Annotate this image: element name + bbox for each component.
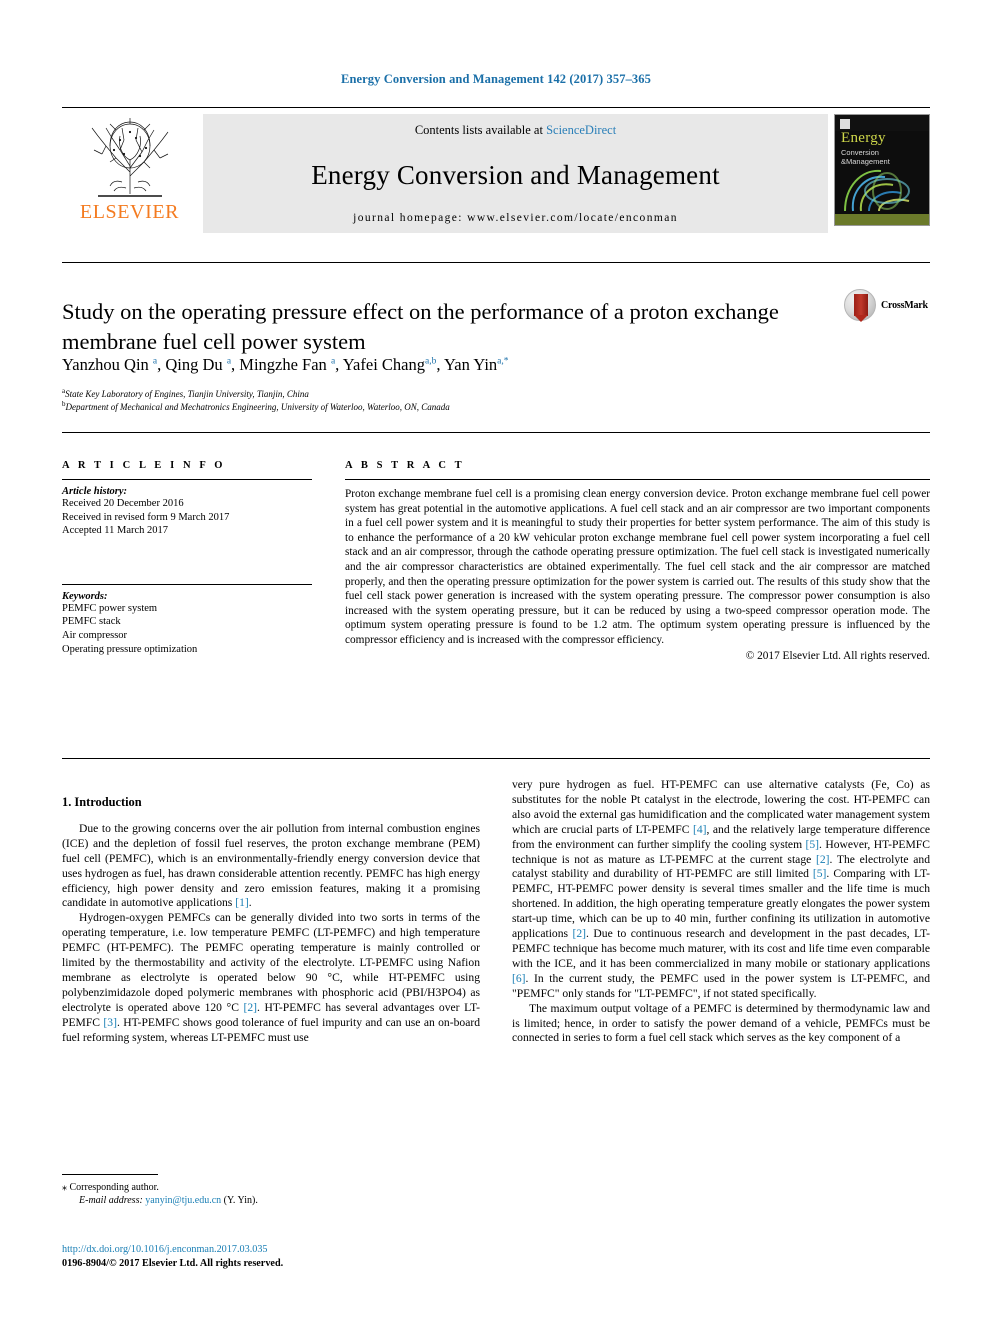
title-divider (62, 262, 930, 263)
paragraph: very pure hydrogen as fuel. HT-PEMFC can… (512, 778, 931, 1000)
citation-ref[interactable]: [3] (103, 1016, 117, 1029)
journal-homepage[interactable]: journal homepage: www.elsevier.com/locat… (353, 212, 678, 224)
paragraph: Due to the growing concerns over the air… (62, 821, 480, 910)
contents-available-line: Contents lists available at ScienceDirec… (415, 123, 616, 138)
abstract-heading: A B S T R A C T (345, 460, 465, 471)
corresponding-author-note: ⁎ Corresponding author. E-mail address: … (62, 1181, 492, 1207)
body-column-left: 1. Introduction Due to the growing conce… (62, 795, 480, 1046)
citation-ref[interactable]: [2] (816, 853, 830, 866)
journal-title: Energy Conversion and Management (311, 159, 720, 190)
cover-bottom-bar (835, 214, 929, 225)
crossmark-label: CrossMark (881, 299, 928, 311)
asterisk-icon: ⁎ (62, 1182, 67, 1193)
author-list: Yanzhou Qin a, Qing Du a, Mingzhe Fan a,… (62, 355, 509, 374)
corresponding-author-text: Corresponding author. (69, 1182, 159, 1193)
citation-ref[interactable]: [5] (813, 867, 827, 880)
journal-masthead: ELSEVIER Contents lists available at Sci… (62, 107, 930, 233)
cover-artwork (844, 169, 910, 212)
section-heading-introduction: 1. Introduction (62, 795, 142, 809)
page-title: Study on the operating pressure effect o… (62, 299, 779, 355)
abstract-column: A B S T R A C T Proton exchange membrane… (345, 460, 930, 662)
running-head: Energy Conversion and Management 142 (20… (341, 72, 651, 86)
body-column-right: very pure hydrogen as fuel. HT-PEMFC can… (512, 778, 930, 1046)
email-line: E-mail address: yanyin@tju.edu.cn (Y. Yi… (62, 1194, 492, 1207)
article-history-label: Article history: (62, 486, 128, 497)
article-history-block: Article history: Received 20 December 20… (62, 480, 312, 538)
history-item: Received in revised form 9 March 2017 (62, 511, 230, 523)
keywords-block: Keywords: PEMFC power system PEMFC stack… (62, 585, 312, 656)
keyword-item: Air compressor (62, 629, 128, 641)
citation-ref[interactable]: [5] (806, 838, 820, 851)
issn-copyright: 0196-8904/© 2017 Elsevier Ltd. All right… (62, 1257, 284, 1269)
article-info-heading: A R T I C L E I N F O (62, 460, 226, 471)
history-item: Accepted 11 March 2017 (62, 525, 169, 537)
citation-ref[interactable]: [6] (512, 972, 526, 985)
journal-band: Contents lists available at ScienceDirec… (203, 114, 828, 233)
email-suffix: (Y. Yin). (223, 1195, 258, 1207)
citation-ref[interactable]: [2] (573, 927, 587, 940)
citation-ref[interactable]: [1] (235, 896, 249, 909)
abstract-text: Proton exchange membrane fuel cell is a … (345, 488, 930, 646)
email-link[interactable]: yanyin@tju.edu.cn (145, 1195, 221, 1206)
sciencedirect-link[interactable]: ScienceDirect (546, 123, 616, 137)
info-divider (62, 432, 930, 433)
affiliation-b: bDepartment of Mechanical and Mechatroni… (62, 398, 882, 413)
crossmark-icon (844, 289, 876, 322)
history-item: Received 20 December 2016 (62, 498, 184, 509)
elsevier-tree-icon (91, 118, 168, 197)
body-divider (62, 758, 930, 759)
citation-ref[interactable]: [2] (244, 1001, 258, 1014)
doi-link[interactable]: http://dx.doi.org/10.1016/j.enconman.201… (62, 1243, 492, 1257)
citation-ref[interactable]: [4] (693, 823, 707, 836)
paragraph: The maximum output voltage of a PEMFC is… (512, 1001, 930, 1045)
cover-title: Energy (841, 130, 886, 146)
keyword-item: Operating pressure optimization (62, 643, 198, 655)
email-label: E-mail address: (79, 1195, 143, 1207)
paragraph: Hydrogen-oxygen PEMFCs can be generally … (62, 911, 480, 1044)
elsevier-logo: ELSEVIER (62, 114, 197, 233)
affiliation-b-text: Department of Mechanical and Mechatronic… (65, 402, 450, 412)
cover-logo-square (840, 119, 850, 129)
corresponding-author-line: ⁎ Corresponding author. (62, 1181, 492, 1194)
keyword-item: PEMFC power system (62, 602, 158, 614)
keyword-item: PEMFC stack (62, 616, 121, 628)
paper-page: Energy Conversion and Management 142 (20… (0, 0, 992, 1323)
keywords-label: Keywords: (62, 590, 108, 602)
contents-prefix: Contents lists available at (414, 123, 547, 137)
footnote-divider (62, 1174, 158, 1175)
article-info-column: A R T I C L E I N F O Article history: R… (62, 460, 312, 656)
elsevier-wordmark: ELSEVIER (79, 201, 180, 223)
journal-cover-thumbnail: Energy Conversion &Management (834, 114, 930, 226)
crossmark-badge[interactable]: CrossMark (844, 288, 936, 322)
abstract-copyright: © 2017 Elsevier Ltd. All rights reserved… (745, 649, 930, 662)
doi-block: http://dx.doi.org/10.1016/j.enconman.201… (62, 1243, 492, 1270)
